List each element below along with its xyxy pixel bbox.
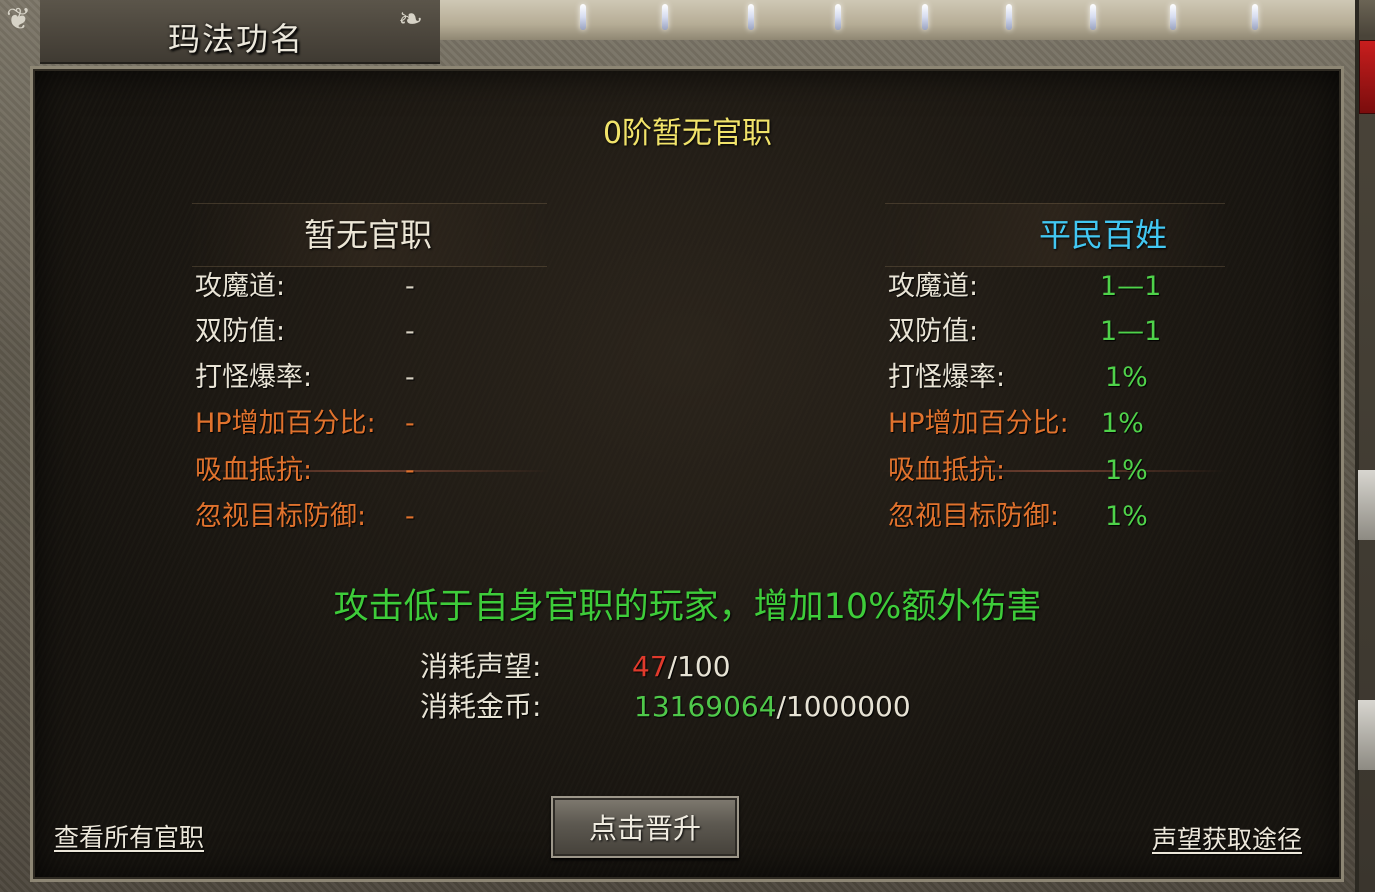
prestige-current: 47: [632, 650, 668, 683]
next-rank-header: 平民百姓: [885, 203, 1225, 267]
prestige-cost-label: 消耗声望:: [420, 650, 542, 683]
next-stat-label: 吸血抵抗:: [888, 455, 1006, 486]
game-window: ❦ ❧ 玛法功名 0阶暂无官职 暂无官职 平民百姓 攻魔道: - 双防值: - …: [0, 0, 1375, 892]
current-stat-label: HP增加百分比:: [195, 408, 376, 439]
next-stat-value: 1%: [1105, 455, 1148, 486]
dragon-ornament-icon: ❦: [6, 2, 32, 37]
current-stat-value: -: [405, 316, 415, 347]
promote-button[interactable]: 点击晋升: [551, 796, 739, 858]
prestige-cost-value: 47/100: [632, 650, 731, 684]
stud-icon: [748, 4, 754, 30]
gold-cost-value: 13169064/1000000: [634, 690, 911, 724]
next-stat-label: 忽视目标防御:: [888, 501, 1060, 532]
next-stat-label: 打怪爆率:: [888, 362, 1006, 393]
next-stat-value: 1%: [1105, 501, 1148, 532]
next-stat-value: 1—1: [1100, 271, 1162, 302]
next-stat-value: 1—1: [1100, 316, 1162, 347]
side-ornament-icon: [1358, 470, 1375, 540]
side-ornament-icon: [1358, 700, 1375, 770]
current-stat-label: 忽视目标防御:: [195, 501, 367, 532]
next-rank-name: 平民百姓: [1039, 216, 1168, 254]
current-stat-value: -: [405, 501, 415, 532]
next-stat-value: 1%: [1101, 408, 1144, 439]
stud-icon: [580, 4, 586, 30]
next-stat-label: HP增加百分比:: [888, 408, 1069, 439]
current-stat-value: -: [405, 408, 415, 439]
next-stat-label: 攻魔道:: [888, 271, 979, 302]
stud-icon: [1252, 4, 1258, 30]
current-stat-label: 打怪爆率:: [195, 362, 313, 393]
next-stat-label: 双防值:: [888, 316, 979, 347]
current-stat-value: -: [405, 455, 415, 486]
gold-cost-label: 消耗金币:: [420, 690, 542, 723]
stud-icon: [662, 4, 668, 30]
close-gem-icon[interactable]: [1359, 40, 1375, 114]
current-stat-label: 吸血抵抗:: [195, 455, 313, 486]
stud-icon: [1170, 4, 1176, 30]
stud-icon: [1090, 4, 1096, 30]
gold-current: 13169064: [634, 690, 777, 723]
dragon-ornament-icon: ❧: [398, 2, 424, 37]
current-stat-label: 双防值:: [195, 316, 286, 347]
gold-required: /1000000: [776, 690, 911, 723]
view-all-ranks-link[interactable]: 查看所有官职: [54, 818, 204, 854]
window-title: 玛法功名: [168, 20, 305, 58]
rank-title: 0阶暂无官职: [602, 116, 773, 151]
current-stat-label: 攻魔道:: [195, 271, 286, 302]
current-rank-header: 暂无官职: [192, 203, 547, 267]
stud-icon: [922, 4, 928, 30]
stud-icon: [1006, 4, 1012, 30]
prestige-required: /100: [667, 650, 731, 683]
prestige-source-link[interactable]: 声望获取途径: [1152, 820, 1302, 856]
rank-bonus-text: 攻击低于自身官职的玩家，增加10%额外伤害: [333, 587, 1042, 627]
next-stat-value: 1%: [1105, 362, 1148, 393]
stud-icon: [835, 4, 841, 30]
current-stat-value: -: [405, 362, 415, 393]
current-stat-value: -: [405, 271, 415, 302]
current-rank-name: 暂无官职: [304, 216, 433, 254]
top-decoration-strip: [430, 0, 1355, 40]
